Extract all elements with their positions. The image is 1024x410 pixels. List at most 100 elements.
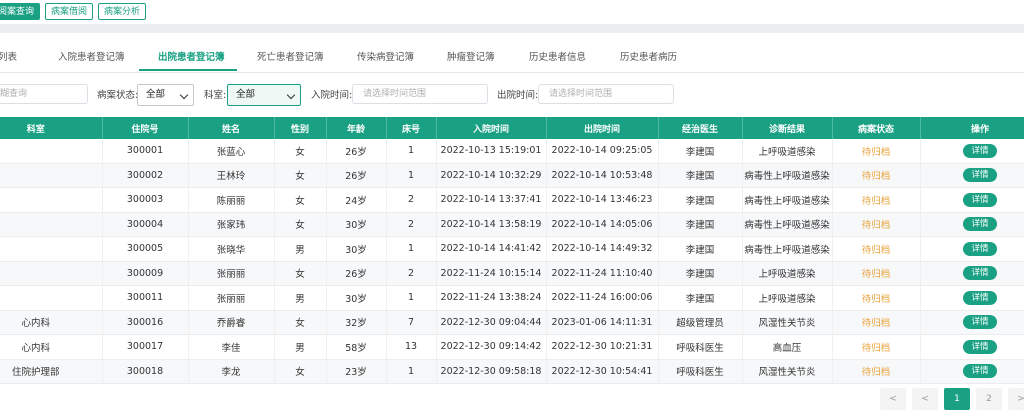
table-row[interactable]: 心内科 300017 李佳男 58岁 13 2022-12-30 09:14:42 2022… [0, 334, 1024, 360]
table-row[interactable]: 300003 陈丽丽女 24岁 2 2022-10-14 13:37:41 2022-10… [0, 187, 1024, 213]
cell-diagnosis: 上呼吸道感染 [742, 285, 833, 311]
search-input[interactable]: 模糊查询 [0, 84, 88, 104]
cell-bed-no: 1 [386, 236, 437, 262]
cell-bed-no: 1 [386, 359, 437, 384]
cell-dept [0, 285, 103, 311]
cell-gender: 女 [274, 310, 327, 335]
prev-page-button[interactable]: < [912, 388, 938, 410]
cell-dept [0, 163, 103, 188]
cell-status: 待归档 [832, 359, 921, 384]
cell-age: 32岁 [326, 310, 387, 335]
tab-list[interactable]: 列表 [0, 44, 17, 71]
cell-name: 李龙 [188, 359, 275, 384]
first-page-button[interactable]: < [880, 388, 906, 410]
cell-action: 详情 [920, 334, 1024, 360]
status-filter-label: 病案状态: [97, 90, 139, 101]
status-badge: 待归档 [861, 244, 891, 256]
tab-infectious-register[interactable]: 传染病登记簿 [357, 44, 414, 71]
column-header[interactable]: 操作 [920, 117, 1024, 139]
record-borrow-button[interactable]: 病案借阅 [45, 3, 94, 20]
cell-status: 待归档 [832, 139, 921, 164]
cell-doctor: 呼吸科医生 [658, 334, 743, 360]
cell-action: 详情 [920, 212, 1024, 237]
detail-button[interactable]: 详情 [963, 217, 997, 232]
page-1-button[interactable]: 1 [944, 388, 970, 410]
detail-button[interactable]: 详情 [963, 241, 997, 256]
cell-bed-no: 7 [386, 310, 437, 335]
cell-discharge-time: 2022-10-14 13:46:23 [546, 187, 659, 213]
column-header[interactable]: 经治医生 [658, 117, 743, 139]
cell-admit-time: 2022-12-30 09:04:44 [436, 310, 547, 335]
cell-age: 30岁 [326, 285, 387, 311]
column-header[interactable]: 科室 [0, 117, 103, 139]
column-header[interactable]: 诊断结果 [742, 117, 833, 139]
column-header[interactable]: 性别 [274, 117, 327, 139]
detail-button[interactable]: 详情 [963, 315, 997, 330]
table-row[interactable]: 300001 张蓝心女 26岁 1 2022-10-13 15:19:01 2022-10… [0, 139, 1024, 164]
column-header[interactable]: 住院号 [102, 117, 189, 139]
status-badge: 待归档 [861, 269, 891, 281]
status-badge: 待归档 [861, 220, 891, 232]
cell-status: 待归档 [832, 212, 921, 237]
table-row[interactable]: 300009 张丽丽女 26岁 2 2022-11-24 10:15:14 2022-11… [0, 261, 1024, 286]
cell-age: 24岁 [326, 187, 387, 213]
status-badge: 待归档 [861, 293, 891, 305]
column-header[interactable]: 姓名 [188, 117, 275, 139]
detail-button[interactable]: 详情 [963, 192, 997, 207]
tab-discharge-register[interactable]: 出院患者登记簿 [158, 44, 225, 71]
page-2-button[interactable]: 2 [976, 388, 1002, 410]
cell-diagnosis: 病毒性上呼吸道感染 [742, 187, 833, 213]
table-header-row: 科室 住院号 姓名 性别 年龄 床号 入院时间 出院时间 经治医生 诊断结果 病… [0, 117, 1024, 139]
table-row[interactable]: 300011 张丽丽男 30岁 1 2022-11-24 13:38:24 2022-11… [0, 285, 1024, 311]
cell-action: 详情 [920, 236, 1024, 262]
tab-tumor-register[interactable]: 肿瘤登记簿 [447, 44, 495, 71]
admit-time-range-input[interactable]: 请选择时间范围 [352, 84, 488, 104]
column-header[interactable]: 入院时间 [436, 117, 547, 139]
status-badge: 待归档 [861, 318, 891, 330]
cell-doctor: 李建国 [658, 187, 743, 213]
next-page-button[interactable]: > [1008, 388, 1024, 410]
column-header[interactable]: 年龄 [326, 117, 387, 139]
column-header[interactable]: 床号 [386, 117, 437, 139]
column-header[interactable]: 病案状态 [832, 117, 921, 139]
cell-status: 待归档 [832, 236, 921, 262]
detail-button[interactable]: 详情 [963, 266, 997, 281]
table-row[interactable]: 住院护理部 300018 李龙女 23岁 1 2022-12-30 09:58:18 202… [0, 359, 1024, 384]
detail-button[interactable]: 详情 [963, 143, 997, 158]
cell-admission-no: 300005 [102, 236, 189, 262]
cell-age: 26岁 [326, 163, 387, 188]
table-row[interactable]: 300002 王林玲女 26岁 1 2022-10-14 10:32:29 2022-10… [0, 163, 1024, 188]
record-query-button[interactable]: 阅案查询 [0, 3, 41, 20]
cell-bed-no: 1 [386, 139, 437, 164]
dept-select[interactable]: 全部 [227, 84, 301, 106]
admit-time-label: 入院时间: [311, 90, 353, 101]
cell-age: 26岁 [326, 139, 387, 164]
cell-action: 详情 [920, 187, 1024, 213]
tab-death-register[interactable]: 死亡患者登记簿 [257, 44, 324, 71]
cell-discharge-time: 2022-12-30 10:54:41 [546, 359, 659, 384]
divider-bar [0, 24, 1024, 33]
table-row[interactable]: 300004 张家玮女 30岁 2 2022-10-14 13:58:19 2022-10… [0, 212, 1024, 237]
tab-admission-register[interactable]: 入院患者登记簿 [58, 44, 125, 71]
cell-dept [0, 261, 103, 286]
cell-diagnosis: 上呼吸道感染 [742, 261, 833, 286]
dept-filter-label: 科室: [204, 90, 227, 101]
cell-admission-no: 300002 [102, 163, 189, 188]
cell-gender: 男 [274, 334, 327, 360]
cell-status: 待归档 [832, 334, 921, 360]
cell-dept: 住院护理部 [0, 359, 103, 384]
column-header[interactable]: 出院时间 [546, 117, 659, 139]
detail-button[interactable]: 详情 [963, 364, 997, 379]
cell-admission-no: 300018 [102, 359, 189, 384]
cell-age: 26岁 [326, 261, 387, 286]
table-row[interactable]: 300005 张晓华男 30岁 1 2022-10-14 14:41:42 2022-10… [0, 236, 1024, 262]
detail-button[interactable]: 详情 [963, 339, 997, 354]
tab-history-patient-info[interactable]: 历史患者信息 [529, 44, 586, 71]
detail-button[interactable]: 详情 [963, 290, 997, 305]
table-row[interactable]: 心内科 300016 乔爵睿女 32岁 7 2022-12-30 09:04:44 2023… [0, 310, 1024, 335]
detail-button[interactable]: 详情 [963, 168, 997, 183]
record-analysis-button[interactable]: 病案分析 [98, 3, 147, 20]
tab-history-patient-records[interactable]: 历史患者病历 [620, 44, 677, 71]
status-select[interactable]: 全部 [137, 84, 194, 106]
discharge-time-range-input[interactable]: 请选择时间范围 [538, 84, 674, 104]
